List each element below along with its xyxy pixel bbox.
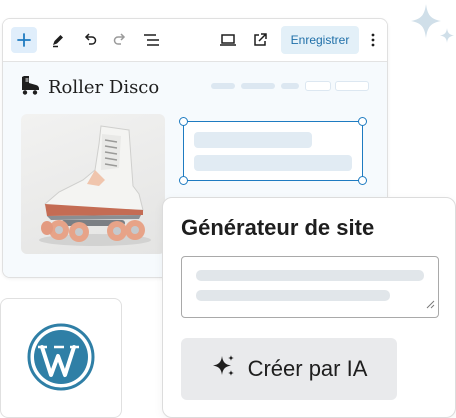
site-header[interactable]: Roller Disco	[19, 75, 159, 100]
create-with-ai-button[interactable]: Créer par IA	[181, 338, 397, 400]
add-block-button[interactable]	[11, 27, 37, 53]
wordpress-logo-icon	[27, 323, 95, 396]
selected-text-block[interactable]	[179, 117, 367, 185]
resize-handle[interactable]	[179, 117, 188, 126]
redo-button[interactable]	[107, 27, 133, 53]
editor-toolbar: Enregistrer	[3, 19, 387, 62]
hero-image[interactable]	[21, 114, 165, 254]
tools-button[interactable]	[45, 27, 71, 53]
site-title[interactable]: Roller Disco	[48, 77, 159, 98]
wordpress-card	[0, 298, 122, 418]
view-site-button[interactable]	[247, 27, 273, 53]
pen-icon	[50, 32, 66, 48]
resize-handle[interactable]	[179, 176, 188, 185]
redo-icon	[112, 32, 128, 48]
prompt-textarea[interactable]	[181, 256, 439, 318]
sparkles-icon	[406, 0, 456, 53]
undo-button[interactable]	[77, 27, 103, 53]
resize-handle[interactable]	[358, 117, 367, 126]
create-with-ai-label: Créer par IA	[247, 356, 368, 381]
list-view-button[interactable]	[139, 27, 165, 53]
roller-skate-photo	[39, 125, 151, 246]
paragraph-placeholder	[194, 155, 352, 171]
nav-item-placeholder	[281, 83, 299, 89]
resize-handle[interactable]	[358, 176, 367, 185]
device-preview-button[interactable]	[215, 27, 241, 53]
nav-button-placeholder	[335, 81, 369, 91]
external-link-icon	[252, 32, 268, 48]
more-vertical-icon	[371, 33, 375, 47]
heading-placeholder	[194, 132, 312, 148]
generator-title: Générateur de site	[181, 215, 375, 240]
roller-skate-icon	[19, 75, 41, 100]
options-button[interactable]	[365, 27, 381, 53]
list-view-icon	[143, 33, 161, 47]
nav-button-placeholder	[305, 81, 331, 91]
save-button[interactable]: Enregistrer	[281, 26, 359, 54]
resize-grip-icon[interactable]	[426, 296, 435, 314]
laptop-icon	[219, 33, 237, 47]
undo-icon	[82, 32, 98, 48]
nav-item-placeholder	[211, 83, 235, 89]
text-placeholder	[196, 270, 424, 281]
sparkle-icon	[211, 353, 237, 385]
plus-icon	[17, 33, 31, 47]
text-placeholder	[196, 290, 390, 301]
nav-item-placeholder	[241, 83, 275, 89]
site-generator-panel: Générateur de site Créer par IA	[162, 197, 456, 418]
